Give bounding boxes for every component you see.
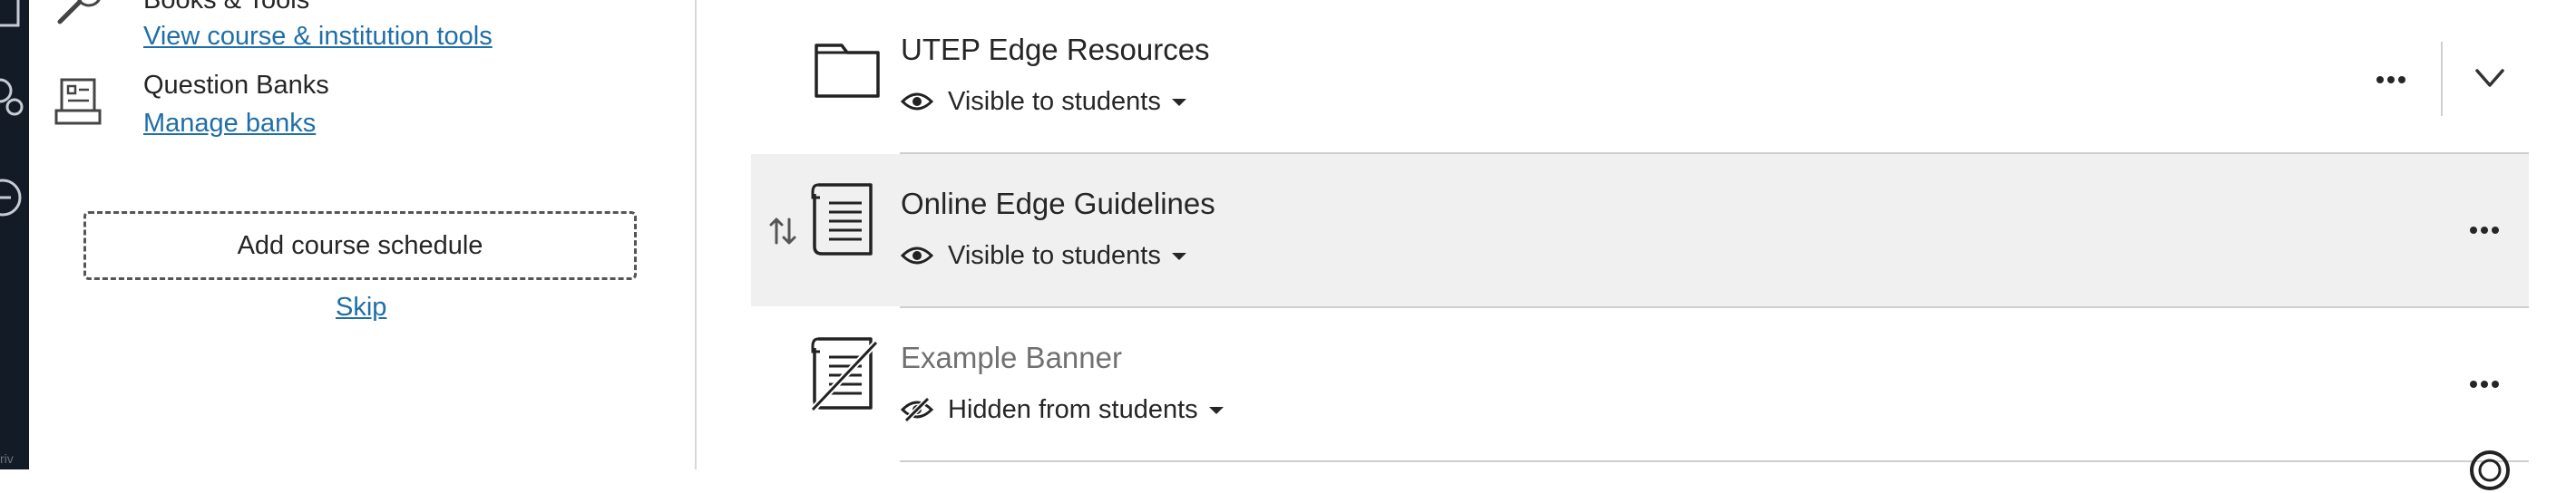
content-item-row[interactable]: Online Edge Guidelines Visible to studen… [751, 154, 2529, 306]
sign-out-nav-icon[interactable] [0, 175, 25, 220]
reorder-handle-icon[interactable] [769, 216, 796, 246]
manage-banks-link[interactable]: Manage banks [143, 109, 316, 139]
folder-icon [815, 44, 880, 98]
content-item-title[interactable]: Online Edge Guidelines [901, 187, 1215, 221]
panel-divider [695, 0, 697, 469]
action-separator [2441, 42, 2443, 116]
caret-down-icon [1171, 253, 1186, 260]
view-course-tools-link[interactable]: View course & institution tools [143, 22, 493, 52]
visibility-dropdown[interactable]: Visible to students [901, 236, 1186, 276]
content-item-title[interactable]: UTEP Edge Resources [901, 33, 1210, 67]
document-icon [811, 183, 873, 256]
visibility-label: Hidden from students [948, 394, 1198, 424]
eye-icon [901, 246, 933, 265]
question-bank-icon [54, 78, 102, 125]
more-options-button[interactable] [2464, 210, 2504, 250]
skip-link[interactable]: Skip [336, 293, 386, 323]
add-course-schedule-button[interactable]: Add course schedule [83, 211, 637, 280]
nav-rail: riv [0, 0, 29, 469]
more-options-button[interactable] [2464, 364, 2504, 404]
wrench-icon [57, 0, 101, 24]
visibility-label: Visible to students [948, 86, 1161, 116]
question-banks-title: Question Banks [143, 71, 329, 100]
caret-down-icon [1171, 99, 1186, 106]
row-divider [900, 460, 2529, 462]
visibility-dropdown[interactable]: Hidden from students [901, 390, 1224, 430]
visibility-dropdown[interactable]: Visible to students [901, 82, 1186, 121]
chevron-down-icon[interactable] [2472, 60, 2508, 96]
nav-rail-label: riv [0, 451, 14, 466]
content-item-row[interactable]: Example Banner Hidden from students [751, 308, 2529, 460]
document-nav-icon[interactable] [0, 0, 25, 29]
books-tools-title: Books & Tools [143, 0, 310, 14]
document-hidden-icon [811, 337, 879, 411]
eye-slash-icon [901, 397, 933, 422]
eye-icon [901, 92, 933, 111]
help-icon[interactable] [2467, 448, 2513, 493]
gear-nav-icon[interactable] [0, 72, 25, 118]
more-options-button[interactable] [2371, 60, 2411, 100]
content-item-title[interactable]: Example Banner [901, 341, 1122, 375]
caret-down-icon [1208, 407, 1224, 414]
content-item-row[interactable]: UTEP Edge Resources Visible to students [751, 0, 2529, 152]
visibility-label: Visible to students [948, 240, 1161, 270]
